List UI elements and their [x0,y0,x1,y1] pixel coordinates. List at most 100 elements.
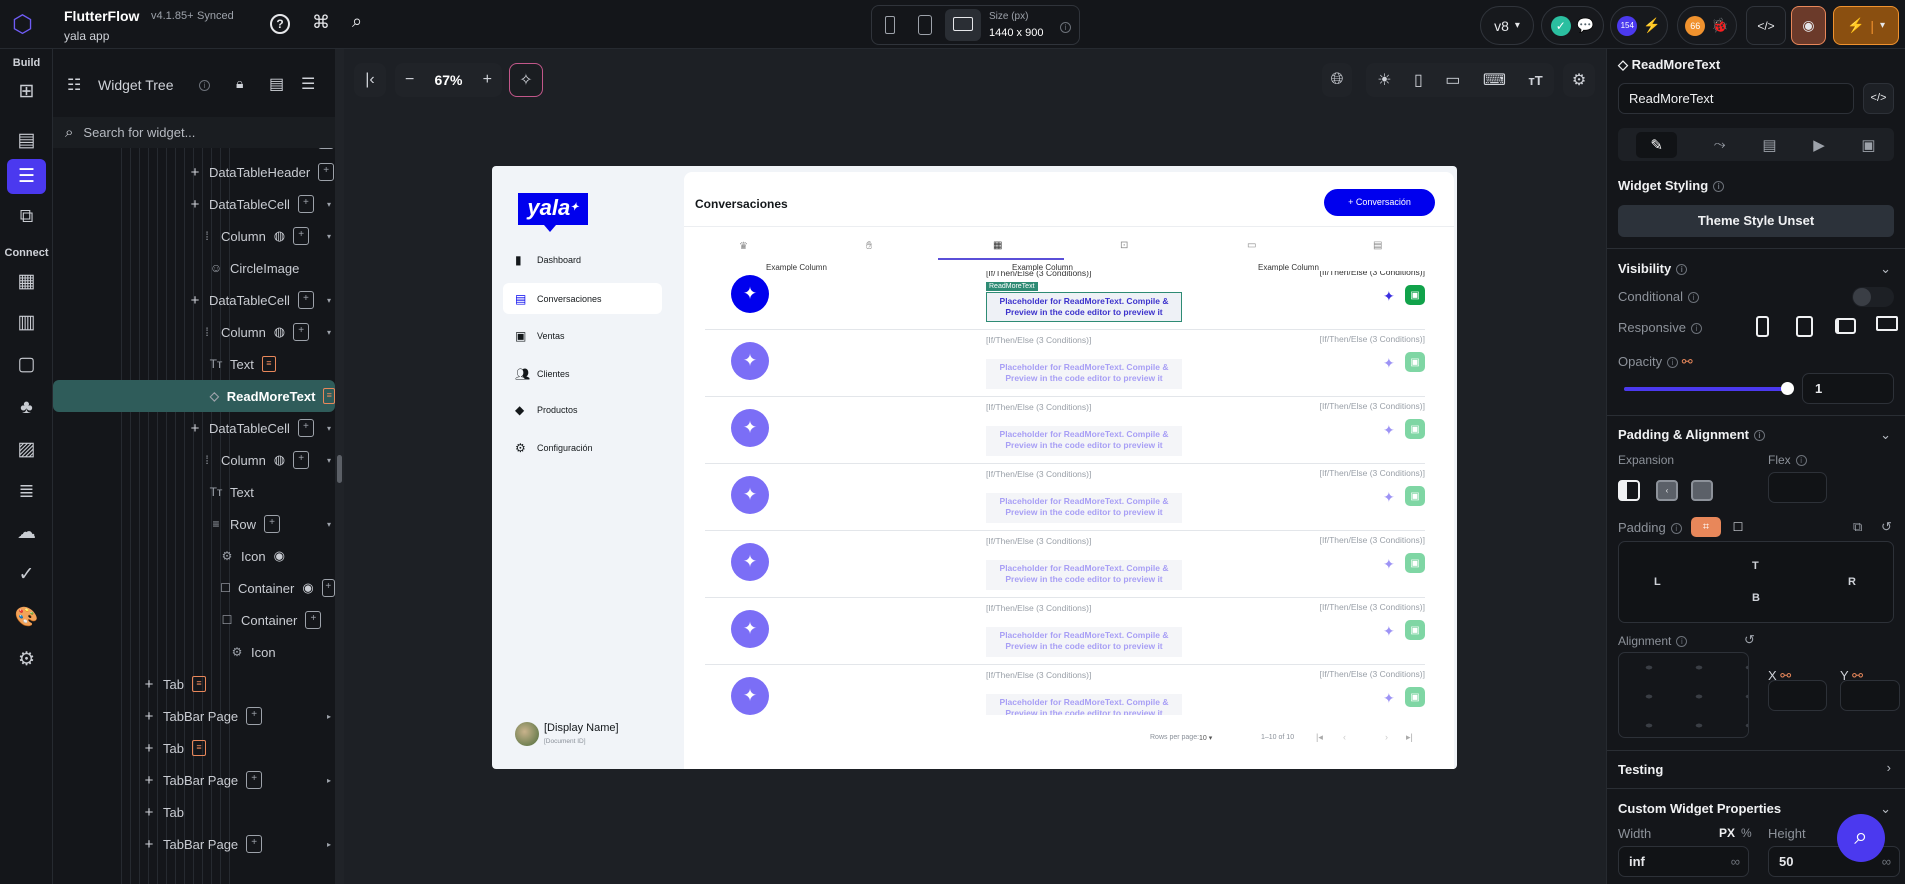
chat-action-icon[interactable]: ▣ [1405,285,1425,305]
phone-frame-icon[interactable]: ▯ [1414,70,1423,90]
expand-caret-icon[interactable]: ▾ [327,456,331,465]
add-child-icon[interactable]: + [297,195,314,213]
visibility-heading[interactable]: Visibility i [1618,261,1688,276]
add-widget-icon[interactable]: ⊞ [12,77,41,106]
tab-icon-inbox[interactable]: ▭ [1247,240,1256,251]
tree-item[interactable]: + TabBar Page + ▸ [53,764,335,796]
tree-item[interactable]: +DataTableHeader+ [53,148,335,156]
tree-item[interactable]: Tт Text [53,476,335,508]
widget-tree-icon[interactable]: ☰ [7,159,46,194]
tab-actions-icon[interactable]: ⤳ [1714,136,1726,153]
conditional-icon[interactable]: ◍ [274,452,285,468]
tree-item[interactable]: ⚙ Icon [53,636,335,668]
reset-icon[interactable]: ↺ [1744,632,1755,648]
flex-input[interactable] [1768,472,1827,503]
chat-action-icon[interactable]: ▣ [1405,352,1425,372]
add-child-icon[interactable]: + [293,451,310,469]
nav-item[interactable]: 👥︎ Clientes [503,358,662,389]
padding-right[interactable]: R [1848,576,1856,588]
backend-query-icon[interactable]: ≡ [191,740,206,756]
size-value[interactable]: 1440 x 900 [989,27,1043,39]
tree-item[interactable]: ⁞ Column ◍ + ▾ [53,444,335,476]
expand-caret-icon[interactable]: ▾ [327,296,331,305]
add-child-icon[interactable]: + [297,419,314,437]
custom-props-heading[interactable]: Custom Widget Properties [1618,801,1781,816]
readmore-placeholder[interactable]: Placeholder for ReadMoreText. Compile & … [986,560,1182,590]
search-icon[interactable]: ⌕ [352,11,362,32]
tree-item[interactable]: Tт Text ≡ [53,348,335,380]
responsive-phone-icon[interactable] [1756,316,1769,337]
visibility-icon[interactable]: ◉ [274,548,285,564]
table-row[interactable]: ✦ [If/Then/Else (3 Conditions)] Placehol… [705,665,1425,715]
add-child-icon[interactable]: + [293,227,310,245]
app-state-icon[interactable]: ▥ [12,308,41,337]
code-view-button[interactable]: </> [1746,6,1786,45]
first-page-icon[interactable]: |◂ [1316,732,1323,743]
variable-icon[interactable]: ⚯ [1682,354,1693,369]
sparkle-icon[interactable]: ✦ [1383,355,1395,372]
expansion-expanded-button[interactable]: ‹ [1656,480,1678,501]
responsive-landscape-icon[interactable] [1835,318,1856,334]
padding-bottom[interactable]: B [1752,592,1760,604]
table-row[interactable]: ✦ [If/Then/Else (3 Conditions)] Placehol… [705,598,1425,665]
tab-animations-icon[interactable]: ▶ [1813,136,1825,154]
padding-top[interactable]: T [1752,560,1759,572]
add-child-icon[interactable]: + [293,323,310,341]
chat-action-icon[interactable]: ▣ [1405,553,1425,573]
rows-per-page-select[interactable]: 10 ▾ [1199,734,1212,742]
last-page-icon[interactable]: ▸| [1406,732,1413,743]
comments-button[interactable]: ✓ 💬 [1541,6,1604,45]
integrations-icon[interactable]: ♣ [12,393,41,422]
chevron-down-icon[interactable]: ⌄ [1880,261,1891,277]
lock-icon[interactable]: 🔒︎ [236,75,243,92]
bugs-button[interactable]: 66 🐞 [1677,6,1737,45]
expand-caret-icon[interactable]: ▸ [327,712,331,721]
alignment-grid[interactable] [1618,652,1749,738]
add-child-icon[interactable]: + [318,163,335,181]
collapse-all-icon[interactable]: ▤ [269,74,284,94]
language-button[interactable]: 🌐︎ [1322,63,1352,97]
expand-caret-icon[interactable]: ▾ [327,520,331,529]
issues-button[interactable]: 154 ⚡ [1610,6,1668,45]
run-button[interactable]: ⚡ | ▾ [1833,6,1899,45]
opacity-input[interactable]: 1 [1802,373,1894,404]
reset-icon[interactable]: ↺ [1881,519,1892,535]
zoom-in-button[interactable]: + [483,71,492,89]
media-icon[interactable]: ▨ [12,435,41,464]
chat-action-icon[interactable]: ▣ [1405,419,1425,439]
add-child-icon[interactable]: + [246,707,263,725]
info-icon[interactable]: i [1060,19,1071,37]
width-input[interactable]: inf ∞ [1618,846,1749,877]
chevron-down-icon[interactable]: ⌄ [1880,427,1891,443]
alignment-x-input[interactable] [1768,680,1827,711]
nav-item[interactable]: ⚙ Configuración [503,432,662,463]
tab-icon-archive[interactable]: ▤ [1373,240,1382,251]
tree-item[interactable]: + Tab ≡ [53,732,335,764]
infinity-icon[interactable]: ∞ [1731,854,1740,869]
add-child-icon[interactable]: + [297,291,314,309]
tree-item[interactable]: ☐ Container + [53,604,335,636]
padding-uniform-button[interactable]: ☐ [1728,517,1748,537]
tree-item[interactable]: ⁞ Column ◍ + ▾ [53,316,335,348]
backend-query-icon[interactable]: ≡ [323,388,335,404]
nav-item[interactable]: ▮ Dashboard [503,244,662,275]
info-icon[interactable]: i [194,77,210,95]
readmore-placeholder[interactable]: Placeholder for ReadMoreText. Compile & … [986,694,1182,715]
expand-caret-icon[interactable]: ▾ [327,200,331,209]
expand-caret-icon[interactable]: ▾ [327,328,331,337]
light-mode-icon[interactable]: ☀ [1377,70,1391,90]
tree-item[interactable]: + TabBar Page + ▸ [53,828,335,860]
chevron-right-icon[interactable]: › [1887,760,1891,775]
tree-item[interactable]: ≡ Row + ▾ [53,508,335,540]
tree-item[interactable]: + DataTableCell + ▾ [53,188,335,220]
table-row[interactable]: ✦ [If/Then/Else (3 Conditions)] Placehol… [705,397,1425,464]
database-icon[interactable]: ▦ [12,267,41,296]
pages-icon[interactable]: ▤ [12,126,41,155]
nav-item[interactable]: ▣ Ventas [503,320,662,351]
readmore-placeholder[interactable]: Placeholder for ReadMoreText. Compile & … [986,359,1182,389]
chat-action-icon[interactable]: ▣ [1405,687,1425,707]
padding-editor[interactable]: T L R B [1618,541,1894,623]
safe-area-icon[interactable]: ▭ [1445,70,1460,90]
padding-all-sides-button[interactable]: ⌗ [1691,517,1721,537]
help-search-fab[interactable]: ⌕ [1837,814,1885,862]
